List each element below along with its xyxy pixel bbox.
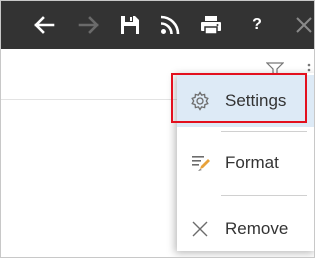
menu-item-label: Remove [225, 219, 289, 238]
print-icon[interactable] [198, 1, 224, 49]
menu-separator [221, 131, 307, 132]
save-icon[interactable] [118, 1, 142, 49]
header-divider [1, 99, 181, 100]
format-brush-icon [189, 152, 211, 174]
menu-item-label: Settings [225, 91, 287, 110]
menu-item-settings[interactable]: Settings [177, 75, 314, 127]
rss-icon[interactable] [158, 1, 182, 49]
menu-item-remove[interactable]: Remove [177, 203, 314, 255]
gear-icon [189, 90, 211, 112]
help-icon[interactable]: ? [249, 1, 265, 49]
menu-item-label: Format [225, 153, 279, 172]
forward-arrow-icon[interactable] [76, 1, 102, 49]
app-window: ? Settings Format Remove [0, 0, 315, 258]
menu-item-format[interactable]: Format [177, 137, 314, 189]
menu-separator [221, 195, 307, 196]
context-menu: Settings Format Remove [177, 73, 314, 251]
close-icon[interactable] [293, 1, 314, 49]
back-arrow-icon[interactable] [31, 1, 57, 49]
toolbar: ? [1, 1, 314, 49]
x-icon [189, 218, 211, 240]
